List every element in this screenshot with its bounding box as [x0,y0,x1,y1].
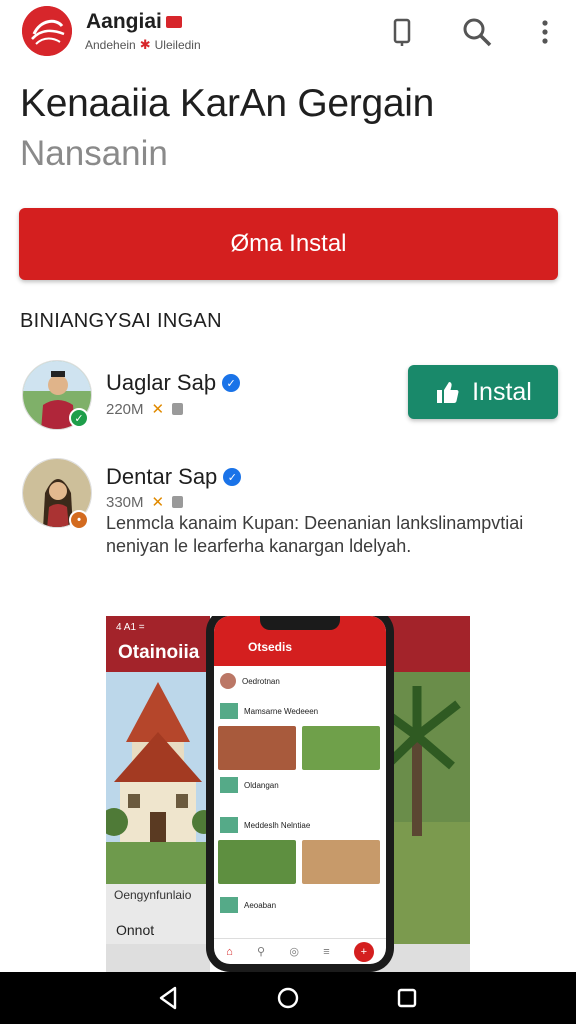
verified-badge-icon: ✓ [69,408,89,428]
row-install-label: Instal [472,377,532,406]
preview-caption: Oengynfunlaio [114,888,192,902]
row-name: Uaglar Saþ ✓ [106,370,241,396]
phone-photo [302,726,380,770]
phone-row: Aeoaban [220,896,380,914]
phone-screen-title: Otsedis [248,640,293,654]
main-install-button[interactable]: Øma Instal [19,208,558,280]
x-icon: ✕ [151,401,165,418]
thumb-up-icon [437,382,459,403]
row-name-text: Dentar Sap [106,464,218,489]
phone-photo [302,840,380,884]
top-app-bar: Aangiai Andehein ✱ Uleiledin [0,0,576,70]
preview-title: Otainoiia [118,642,200,663]
star-icon: ✱ [139,37,151,52]
logo-icon[interactable] [22,6,72,56]
row-size: 330M [106,493,144,511]
row-install-button[interactable]: Instal [408,365,558,419]
more-vert-icon[interactable] [527,14,563,50]
section-label: BINIANGYSAI INGAN [20,310,222,332]
brand-subtitle: Andehein ✱ Uleiledin [85,37,201,53]
brand-name-text: Aangiai [86,10,162,33]
preview-status: 4 A1 = [116,622,145,633]
bag-icon [172,496,184,508]
status-badge-icon: • [69,510,89,530]
phone-row: Mamsarne Wedeeen [220,702,380,720]
bag-icon [172,403,184,415]
system-nav-bar [0,972,576,1024]
app-title: Kenaaiia KarAn Gergain [20,82,435,125]
brand-badge [165,16,182,28]
row-name: Dentar Sap ✓ [106,464,242,490]
x-icon: ✕ [151,494,165,511]
phone-row: Meddeslh Nelntiae [220,816,380,834]
phone-photo [218,726,296,770]
phone-screen: Otsedis Oedrotnan Mamsarne Wedeeen Oldan… [214,616,386,964]
app-subtitle: Nansanin [20,134,168,173]
phone-row: Oldangan [220,776,380,794]
row-size: 220M [106,400,144,418]
back-icon[interactable] [156,985,182,1011]
phone-notch [260,616,340,630]
phone-mockup: Otsedis Oedrotnan Mamsarne Wedeeen Oldan… [206,616,394,972]
verified-icon: ✓ [223,468,242,486]
search-icon[interactable] [459,14,495,50]
menu-icon: ≡ [323,945,330,958]
circle-icon: ◎ [289,946,299,958]
brand-sub-text-2: Uleiledin [154,38,201,52]
home-icon[interactable] [275,985,301,1011]
phone-photo [218,840,296,884]
preview-caption-2: Onnot [116,922,155,938]
add-icon: + [353,941,374,962]
preview-left-panel: 4 A1 = Otainoiia Oengynfunlaio Onnot [106,616,210,972]
brand-name: Aangiai [86,10,182,34]
row-name-text: Uaglar Saþ [106,370,217,395]
recents-icon[interactable] [394,985,420,1011]
phone-bottom-nav: ⌂ ⚲ ◎ ≡ + [214,938,386,964]
phone-row: Oedrotnan [220,672,380,690]
search-icon: ⚲ [257,946,266,958]
phone-icon[interactable] [384,14,420,50]
app-screenshot-preview[interactable]: 4 A1 = Otainoiia Oengynfunlaio Onnot Ots… [106,616,470,972]
verified-icon: ✓ [222,374,241,392]
brand-sub-text: Andehein [85,38,136,52]
row-meta: 330M ✕ [106,493,184,511]
building-image [106,672,210,884]
home-icon: ⌂ [226,945,233,958]
row-description: Lenmcla kanaim Kupan: Deenanian lankslin… [106,513,524,556]
row-meta: 220M ✕ [106,400,184,418]
preview-nav-bar [106,944,210,972]
